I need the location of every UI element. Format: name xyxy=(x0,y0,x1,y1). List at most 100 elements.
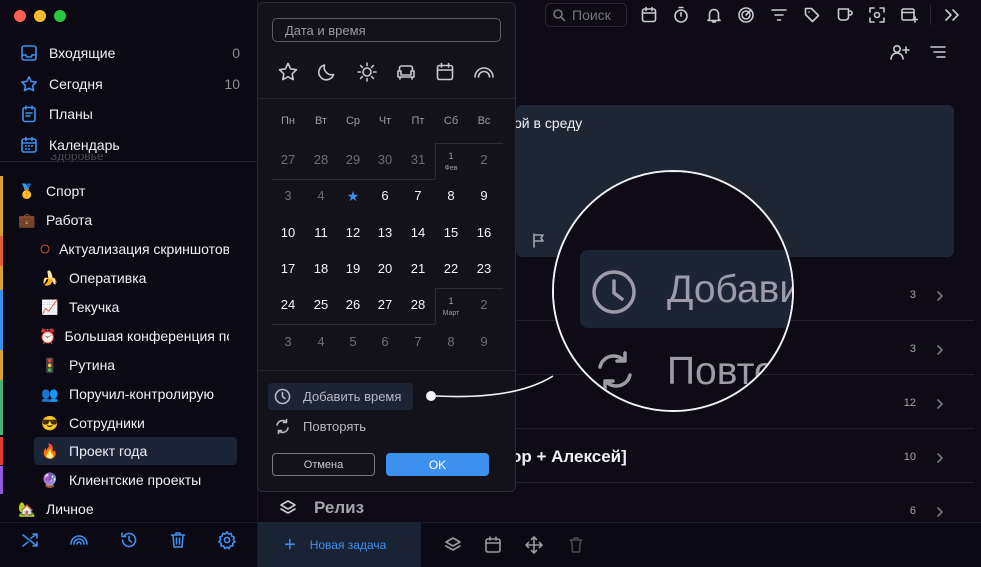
section-header-release[interactable]: Релиз xyxy=(270,492,516,522)
calendar-day[interactable]: 2 xyxy=(468,142,500,178)
radar-icon[interactable] xyxy=(737,6,755,24)
sidebar-project-item-active[interactable]: 🔥 Проект года xyxy=(39,437,229,465)
calendar-day[interactable]: 31 xyxy=(402,142,434,178)
calendar-day[interactable]: 24 xyxy=(272,287,304,323)
calendar-icon[interactable] xyxy=(483,535,503,555)
minimize-window-button[interactable] xyxy=(34,10,46,22)
calendar-day[interactable]: 28 xyxy=(305,142,337,178)
ok-button[interactable]: OK xyxy=(386,453,489,476)
calendar-day[interactable]: 20 xyxy=(369,251,401,287)
calendar-day[interactable]: 9 xyxy=(468,324,500,360)
sofa-icon[interactable] xyxy=(395,61,417,83)
calendar-day[interactable]: 7 xyxy=(402,178,434,214)
calendar-day[interactable]: 15 xyxy=(435,215,467,251)
date-time-input[interactable] xyxy=(272,18,501,42)
calendar-day[interactable]: 16 xyxy=(468,215,500,251)
bell-icon[interactable] xyxy=(705,6,723,24)
calendar-day[interactable]: 23 xyxy=(468,251,500,287)
calendar-day[interactable]: 3 xyxy=(272,178,304,214)
trash-icon[interactable] xyxy=(168,530,188,550)
calendar-day[interactable]: 21 xyxy=(402,251,434,287)
sidebar-project-item[interactable]: 🍌 Оперативка xyxy=(39,264,229,292)
sidebar-group-work[interactable]: 💼 Работа xyxy=(16,206,246,234)
calendar-day-month-start[interactable]: 1 Фев xyxy=(435,142,467,178)
sidebar-project-item[interactable]: ○ Актуализация скриншотов xyxy=(39,235,229,263)
calendar-day[interactable]: 3 xyxy=(272,324,304,360)
row-count: 6 xyxy=(909,505,916,517)
tag-icon[interactable] xyxy=(803,6,821,24)
sidebar-project-item[interactable]: 👥 Поручил-контролирую xyxy=(39,380,229,408)
layers-icon[interactable] xyxy=(443,535,463,555)
sun-icon[interactable] xyxy=(356,61,378,83)
calendar-day[interactable]: 22 xyxy=(435,251,467,287)
flag-icon[interactable] xyxy=(531,232,547,248)
calendar-day[interactable]: 2 xyxy=(468,287,500,323)
calendar-day[interactable]: 8 xyxy=(435,324,467,360)
calendar-icon[interactable] xyxy=(640,6,658,24)
calendar-day[interactable]: 13 xyxy=(369,215,401,251)
filter-icon[interactable] xyxy=(770,6,788,24)
calendar-day[interactable]: 26 xyxy=(337,287,369,323)
sidebar-project-item[interactable]: 😎 Сотрудники xyxy=(39,409,229,437)
calendar-icon[interactable] xyxy=(434,61,456,83)
calendar-day[interactable]: 6 xyxy=(369,178,401,214)
medal-icon: 🥇 xyxy=(18,182,36,199)
calendar-day[interactable]: 4 xyxy=(305,178,337,214)
calendar-day[interactable]: 17 xyxy=(272,251,304,287)
sidebar-project-item[interactable]: ⏰ Большая конференция по xyxy=(39,322,229,350)
close-window-button[interactable] xyxy=(14,10,26,22)
rainbow-icon[interactable] xyxy=(69,530,89,550)
history-icon[interactable] xyxy=(119,530,139,550)
calendar-day[interactable]: 30 xyxy=(369,142,401,178)
sidebar-project-item[interactable]: 🚦 Рутина xyxy=(39,351,229,379)
sidebar-group-sport[interactable]: 🥇 Спорт xyxy=(16,177,246,205)
calendar-day[interactable]: 18 xyxy=(305,251,337,287)
calendar-day[interactable]: 29 xyxy=(337,142,369,178)
calendar-day[interactable]: 9 xyxy=(468,178,500,214)
timer-icon[interactable] xyxy=(672,6,690,24)
calendar-day[interactable]: 14 xyxy=(402,215,434,251)
coffee-icon[interactable] xyxy=(836,6,854,24)
sidebar-item-label: Планы xyxy=(49,106,93,122)
move-icon[interactable] xyxy=(524,535,544,555)
sort-icon[interactable] xyxy=(929,43,947,61)
calendar-day[interactable]: 12 xyxy=(337,215,369,251)
calendar-day[interactable]: 28 xyxy=(402,287,434,323)
calendar-day[interactable]: 27 xyxy=(369,287,401,323)
add-person-icon[interactable] xyxy=(889,43,911,61)
moon-icon[interactable] xyxy=(316,61,338,83)
calendar-day[interactable]: 4 xyxy=(305,324,337,360)
calendar-day[interactable]: 8 xyxy=(435,178,467,214)
zoom-window-button[interactable] xyxy=(54,10,66,22)
sidebar-project-item[interactable]: 🔮 Клиентские проекты xyxy=(39,466,229,494)
task-row[interactable]: ор + Алексей] 10 xyxy=(511,430,974,483)
today-star-icon[interactable]: ★ xyxy=(337,178,369,214)
add-window-icon[interactable] xyxy=(900,6,918,24)
sidebar-item-today[interactable]: Сегодня 10 xyxy=(0,69,258,99)
calendar-day[interactable]: 6 xyxy=(369,324,401,360)
new-task-button[interactable]: + Новая задача xyxy=(258,522,421,567)
sidebar-project-item[interactable]: 📈 Текучка xyxy=(39,293,229,321)
calendar-day[interactable]: 19 xyxy=(337,251,369,287)
calendar-day-month-start[interactable]: 1 Март xyxy=(435,287,467,323)
calendar-day[interactable]: 10 xyxy=(272,215,304,251)
calendar-day[interactable]: 27 xyxy=(272,142,304,178)
calendar-day[interactable]: 25 xyxy=(305,287,337,323)
search-field[interactable]: Поиск xyxy=(545,3,627,27)
repeat-option[interactable]: Повторять xyxy=(268,413,413,440)
calendar-day[interactable]: 11 xyxy=(305,215,337,251)
calendar-day[interactable]: 7 xyxy=(402,324,434,360)
trash-icon[interactable] xyxy=(566,535,586,555)
expand-icon[interactable] xyxy=(943,6,961,24)
sidebar-item-plans[interactable]: Планы xyxy=(0,99,258,129)
settings-icon[interactable] xyxy=(217,530,237,550)
shuffle-icon[interactable] xyxy=(20,530,40,550)
rainbow-icon[interactable] xyxy=(473,61,495,83)
focus-icon[interactable] xyxy=(868,6,886,24)
add-time-option[interactable]: Добавить время xyxy=(268,383,413,410)
sidebar-group-personal[interactable]: 🏡 Личное xyxy=(16,495,246,523)
cancel-button[interactable]: Отмена xyxy=(272,453,375,476)
sidebar-item-inbox[interactable]: Входящие 0 xyxy=(0,38,258,68)
calendar-day[interactable]: 5 xyxy=(337,324,369,360)
star-icon[interactable] xyxy=(277,61,299,83)
